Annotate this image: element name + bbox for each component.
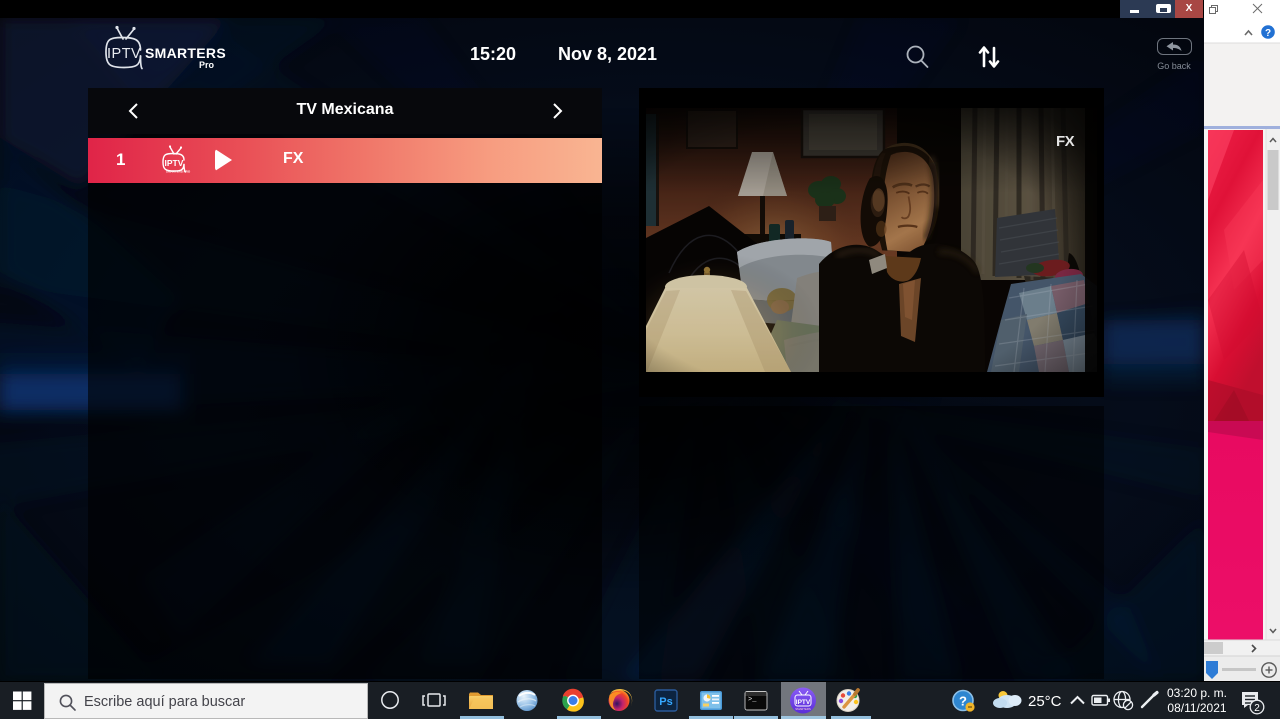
svg-text:SMARTERS: SMARTERS	[145, 45, 226, 61]
svg-text:IPTV: IPTV	[796, 699, 811, 706]
svg-text:>_: >_	[748, 696, 757, 704]
svg-text:2: 2	[1254, 703, 1260, 714]
svg-text:?: ?	[1265, 28, 1271, 39]
svg-text:Ps: Ps	[659, 696, 672, 708]
svg-text:SMARTERS PRO: SMARTERS PRO	[166, 170, 191, 174]
svg-text:Pro: Pro	[199, 60, 215, 70]
svg-text:25°C: 25°C	[1028, 693, 1062, 710]
svg-text:IPTV: IPTV	[107, 46, 141, 62]
svg-text:SMARTERS: SMARTERS	[795, 707, 811, 711]
svg-text:IPTV: IPTV	[165, 158, 184, 168]
svg-text:FX: FX	[1056, 133, 1075, 150]
